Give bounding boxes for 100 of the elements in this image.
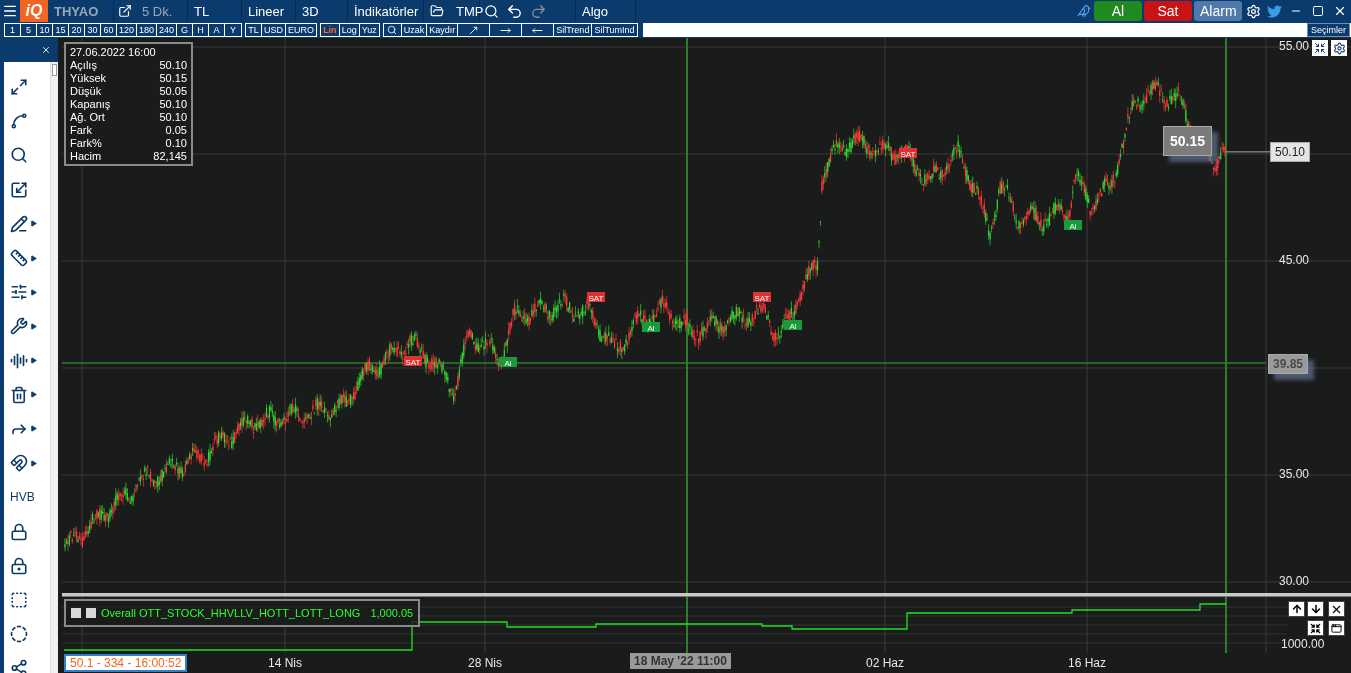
alarm-button[interactable]: Alarm bbox=[1194, 1, 1242, 21]
sell-signal-label: SAT bbox=[404, 356, 422, 367]
checkbox[interactable] bbox=[86, 608, 96, 618]
tool-button[interactable]: Kaydır bbox=[427, 24, 459, 36]
search-icon bbox=[10, 146, 28, 165]
expand-arrows-icon bbox=[10, 78, 28, 97]
time-axis-label: 14 Nis bbox=[268, 656, 302, 670]
info-label: Hacim bbox=[70, 150, 102, 162]
buy-signal-label: Al bbox=[642, 322, 660, 333]
shrink-icon[interactable] bbox=[1307, 620, 1324, 636]
dashed-circle-icon bbox=[10, 625, 28, 644]
input-field[interactable] bbox=[642, 23, 1351, 37]
caret-icon bbox=[30, 220, 37, 228]
info-label: Yüksek bbox=[70, 72, 107, 84]
price-axis-label: 45.00 bbox=[1279, 253, 1310, 267]
caret-icon bbox=[30, 288, 37, 296]
info-datetime: 27.06.2022 16:00 bbox=[70, 46, 157, 58]
sliders-icon bbox=[10, 283, 28, 302]
pencil-icon bbox=[10, 214, 28, 233]
waveform-icon bbox=[10, 351, 28, 370]
info-value: 0.10 bbox=[165, 137, 187, 149]
caret-icon bbox=[30, 391, 37, 399]
price-axis-label: 30.00 bbox=[1279, 574, 1310, 588]
currency-option-button[interactable]: EURO bbox=[286, 24, 317, 36]
tool-button[interactable]: Uzak bbox=[401, 24, 428, 36]
sell-signal-label: SAT bbox=[899, 148, 917, 159]
clear-button[interactable]: SilTrend bbox=[554, 24, 593, 36]
status-readout: 50.1 - 334 - 16:00:52 bbox=[64, 654, 188, 672]
buy-signal-label: Al bbox=[1064, 220, 1082, 231]
caret-icon bbox=[30, 254, 37, 262]
scale-option-button[interactable]: Lin bbox=[321, 24, 340, 36]
fit-icon[interactable] bbox=[1312, 40, 1328, 56]
time-axis-label: 16 Haz bbox=[1068, 656, 1106, 670]
curve-icon bbox=[10, 112, 28, 131]
ruler-icon bbox=[10, 249, 28, 268]
info-value: 82,145 bbox=[153, 150, 187, 162]
info-label: Düşük bbox=[70, 85, 102, 97]
window-icon[interactable] bbox=[1328, 620, 1345, 636]
info-label: Ağ. Ort bbox=[70, 111, 105, 123]
tool-label: HVB bbox=[10, 490, 35, 505]
padlock-icon bbox=[10, 556, 28, 575]
indicator-axis-label: 1000.00 bbox=[1281, 637, 1325, 651]
price-axis-label: 35.00 bbox=[1279, 467, 1310, 481]
interval-button[interactable]: 60 bbox=[101, 24, 117, 36]
scale-option-button[interactable]: Log bbox=[339, 24, 360, 36]
time-axis-label: 28 Nis bbox=[468, 656, 502, 670]
scrollbar[interactable] bbox=[50, 62, 58, 673]
caret-icon bbox=[30, 322, 37, 330]
close-icon[interactable] bbox=[1328, 601, 1345, 617]
settings-icon[interactable] bbox=[1331, 40, 1347, 56]
resize-icon bbox=[10, 180, 28, 199]
currency-option-button[interactable]: TL bbox=[246, 24, 263, 36]
crosshair-time-tag: 18 May '22 11:00 bbox=[630, 653, 731, 669]
caret-icon bbox=[30, 459, 37, 467]
info-label: Kapanış bbox=[70, 98, 111, 110]
trash-icon bbox=[10, 385, 28, 404]
caret-icon bbox=[30, 425, 37, 433]
sidebar-tool[interactable]: HVB bbox=[4, 480, 50, 515]
interval-button[interactable]: 180 bbox=[137, 24, 158, 36]
lock-icon bbox=[10, 522, 28, 541]
interval-button[interactable]: 30 bbox=[85, 24, 101, 36]
interval-button[interactable]: 20 bbox=[69, 24, 85, 36]
wrench-icon bbox=[10, 317, 28, 336]
interval-button[interactable]: 120 bbox=[117, 24, 138, 36]
clear-button[interactable]: SilTumInd bbox=[592, 24, 637, 36]
logo: iQ bbox=[20, 0, 48, 22]
caret-icon bbox=[30, 357, 37, 365]
move-up-icon[interactable] bbox=[1288, 601, 1305, 617]
indicator-value: 1,000.05 bbox=[370, 607, 414, 619]
sell-signal-label: SAT bbox=[753, 292, 771, 303]
magnet-icon bbox=[10, 454, 28, 473]
buy-button[interactable]: Al bbox=[1094, 1, 1142, 21]
tooltip: Seçimler bbox=[1307, 23, 1350, 37]
hover-price-tag: 50.15 bbox=[1163, 126, 1213, 156]
info-value: 50.15 bbox=[159, 72, 187, 84]
nodes-icon bbox=[10, 659, 28, 673]
buy-signal-label: Al bbox=[499, 357, 517, 368]
price-axis-label: 55.00 bbox=[1279, 39, 1310, 53]
info-label: Açılış bbox=[70, 59, 97, 71]
indicator-name: Overall OTT_STOCK_HHVLLV_HOTT_LOTT_LONG bbox=[101, 607, 361, 619]
crosshair-price-tag: 39.85 bbox=[1268, 354, 1309, 374]
interval-button[interactable]: 10 bbox=[37, 24, 53, 36]
info-value: 50.10 bbox=[159, 111, 187, 123]
move-down-icon[interactable] bbox=[1307, 601, 1324, 617]
interval-button[interactable]: 15 bbox=[53, 24, 69, 36]
info-label: Fark% bbox=[70, 137, 102, 149]
info-value: 50.05 bbox=[159, 85, 187, 97]
interval-button[interactable]: 240 bbox=[157, 24, 178, 36]
dashed-square-icon bbox=[10, 590, 28, 609]
sell-button[interactable]: Sat bbox=[1144, 1, 1192, 21]
info-value: 0.05 bbox=[165, 124, 187, 136]
currency-option-button[interactable]: USD bbox=[262, 24, 287, 36]
checkbox[interactable] bbox=[71, 608, 81, 618]
buy-signal-label: Al bbox=[784, 320, 802, 331]
info-value: 50.10 bbox=[159, 59, 187, 71]
sell-signal-label: SAT bbox=[587, 292, 605, 303]
last-price-tag: 50.10 bbox=[1270, 141, 1311, 162]
time-axis-label: 02 Haz bbox=[866, 656, 904, 670]
info-label: Fark bbox=[70, 124, 92, 136]
info-value: 50.10 bbox=[159, 98, 187, 110]
